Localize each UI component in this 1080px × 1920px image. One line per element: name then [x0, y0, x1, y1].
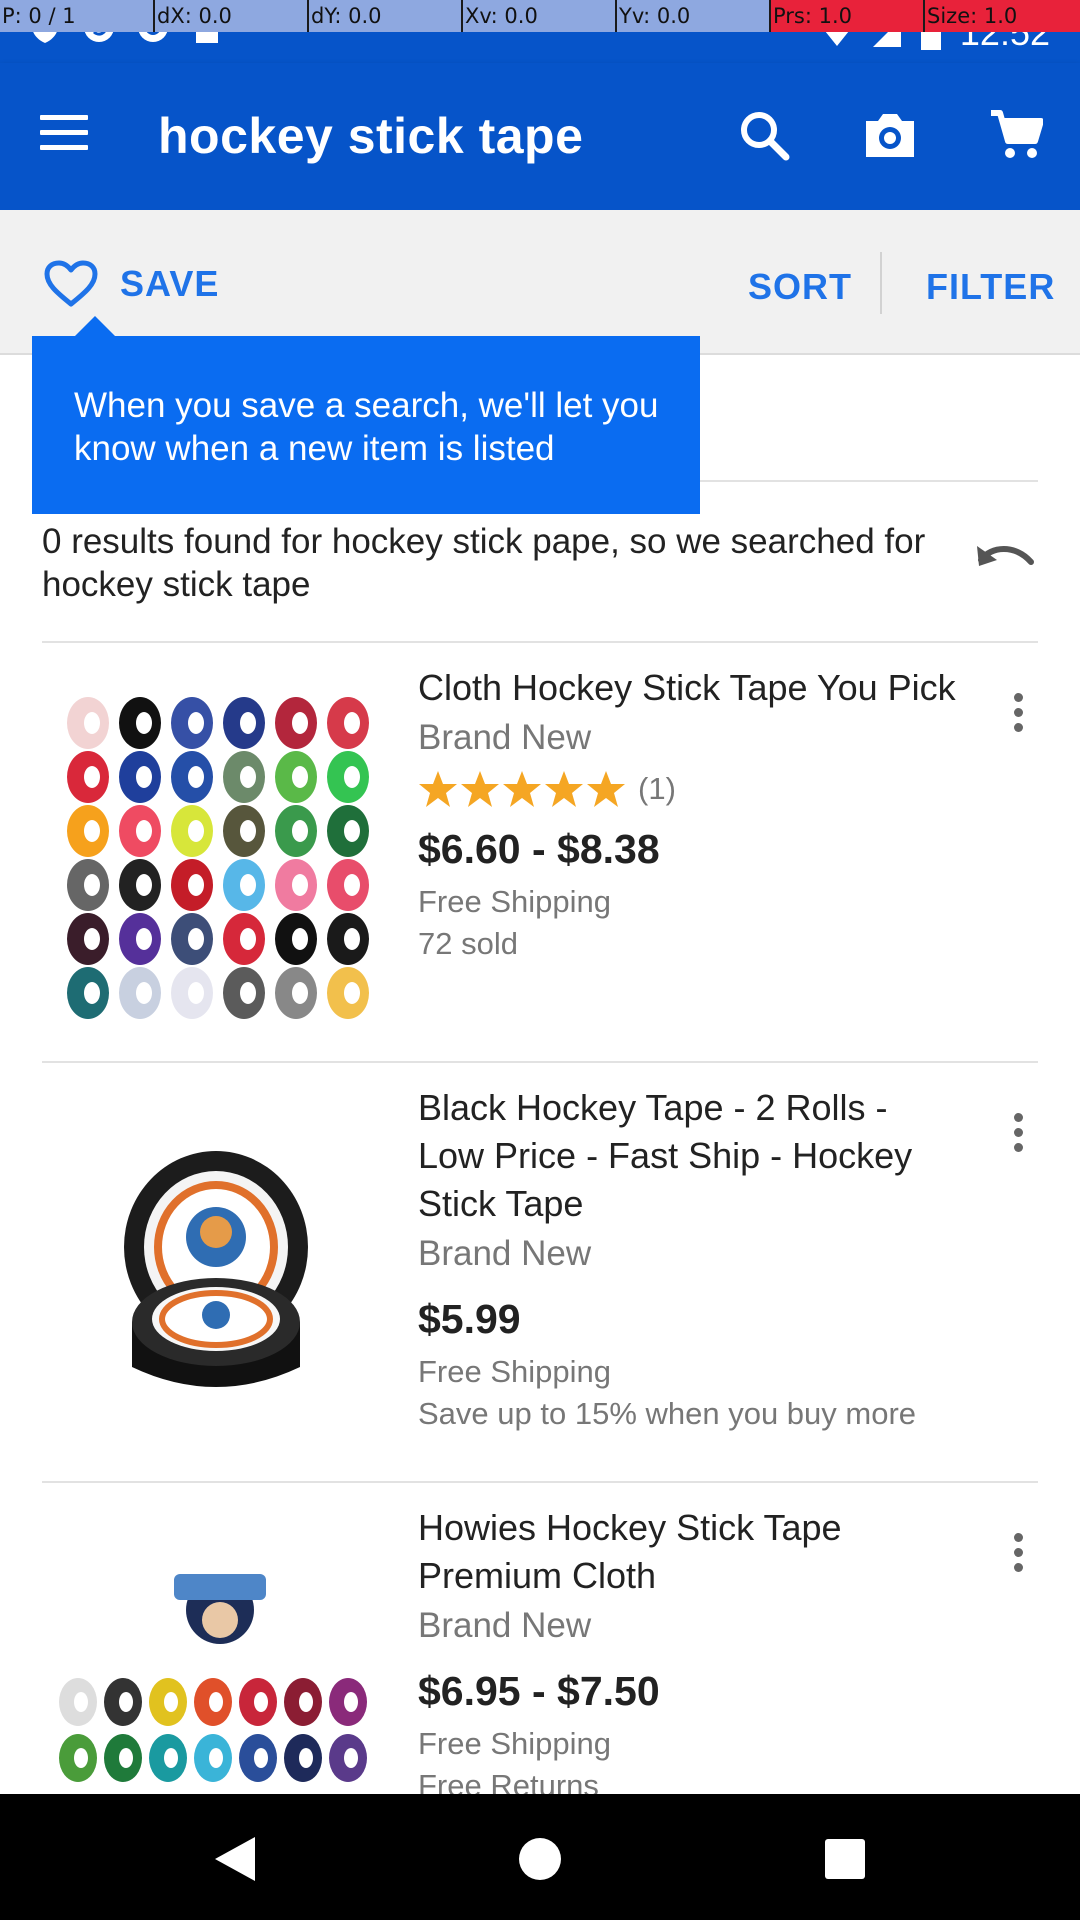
star-icon: [545, 771, 583, 807]
star-icon: [587, 771, 625, 807]
debug-dx: dX: 0.0: [153, 0, 232, 32]
toolbar-divider: [880, 252, 882, 314]
star-rating: [418, 770, 626, 808]
more-options-icon[interactable]: [1000, 1102, 1036, 1162]
app-bar: hockey stick tape: [0, 63, 1080, 210]
pointer-debug-bar: P: 0 / 1 dX: 0.0 dY: 0.0 Xv: 0.0 Yv: 0.0…: [0, 0, 1080, 32]
filter-button[interactable]: FILTER: [926, 266, 1055, 308]
save-search-button[interactable]: SAVE: [44, 260, 219, 308]
black-tape-image: [124, 1151, 308, 1387]
spell-correction-notice: 0 results found for hockey stick pape, s…: [42, 522, 926, 604]
rating-count: (1): [638, 771, 676, 806]
listing-title: Cloth Hockey Stick Tape You Pick: [418, 667, 956, 708]
listing-price: $6.60 - $8.38: [418, 826, 660, 872]
listing-info: Black Hockey Tape - 2 Rolls - Low Price …: [418, 1084, 958, 1433]
listing-item[interactable]: Cloth Hockey Stick Tape You Pick Brand N…: [0, 642, 1080, 1062]
undo-icon[interactable]: [975, 538, 1037, 588]
search-icon[interactable]: [732, 103, 796, 167]
heart-icon: [44, 260, 98, 307]
search-query[interactable]: hockey stick tape: [158, 107, 583, 165]
listing-returns: Free Returns: [418, 1768, 599, 1794]
camera-icon[interactable]: [858, 103, 922, 167]
listing-condition: Brand New: [418, 1234, 592, 1273]
listing-sold-count: 72 sold: [418, 926, 518, 961]
listing-condition: Brand New: [418, 1606, 592, 1645]
save-label: SAVE: [120, 263, 220, 304]
tape-rolls-image: [67, 697, 369, 1019]
debug-dy: dY: 0.0: [307, 0, 382, 32]
debug-yv: Yv: 0.0: [615, 0, 690, 32]
back-icon[interactable]: [200, 1824, 270, 1894]
listing-shipping: Free Shipping: [418, 1726, 612, 1761]
listing-info: Howies Hockey Stick Tape Premium Cloth B…: [418, 1504, 958, 1794]
more-options-icon[interactable]: [1000, 682, 1036, 742]
debug-pointer: P: 0 / 1: [2, 4, 76, 28]
sort-button[interactable]: SORT: [748, 266, 852, 308]
debug-xv: Xv: 0.0: [461, 0, 538, 32]
home-icon[interactable]: [505, 1824, 575, 1894]
howies-tape-image: [59, 1574, 367, 1782]
star-icon: [503, 771, 541, 807]
system-nav-bar: [0, 1794, 1080, 1920]
recents-icon[interactable]: [810, 1824, 880, 1894]
listing-thumbnail: [56, 687, 376, 1027]
listing-thumbnail: [56, 1562, 376, 1794]
listing-title: Black Hockey Tape - 2 Rolls - Low Price …: [418, 1087, 913, 1224]
listing-item[interactable]: Howies Hockey Stick Tape Premium Cloth B…: [0, 1482, 1080, 1794]
debug-prs: Prs: 1.0: [769, 0, 852, 32]
cart-icon[interactable]: [984, 103, 1048, 167]
listing-promo: Save up to 15% when you buy more: [418, 1396, 917, 1431]
tooltip-arrow: [75, 316, 115, 336]
listing-shipping: Free Shipping: [418, 1354, 612, 1389]
more-options-icon[interactable]: [1000, 1522, 1036, 1582]
listing-info: Cloth Hockey Stick Tape You Pick Brand N…: [418, 664, 958, 963]
star-icon: [419, 771, 457, 807]
listing-thumbnail: [56, 1107, 376, 1447]
star-icon: [461, 771, 499, 807]
debug-size: Size: 1.0: [923, 0, 1017, 32]
listing-title: Howies Hockey Stick Tape Premium Cloth: [418, 1507, 842, 1596]
results-toolbar: SAVE SORT FILTER: [0, 210, 1080, 355]
listing-condition: Brand New: [418, 718, 592, 757]
menu-icon[interactable]: [40, 115, 92, 155]
listing-price: $5.99: [418, 1296, 521, 1342]
listing-rating: (1): [418, 766, 958, 812]
listing-price: $6.95 - $7.50: [418, 1668, 660, 1714]
listing-item[interactable]: Black Hockey Tape - 2 Rolls - Low Price …: [0, 1062, 1080, 1482]
listing-shipping: Free Shipping: [418, 884, 612, 919]
save-search-tooltip[interactable]: When you save a search, we'll let you kn…: [32, 336, 700, 514]
